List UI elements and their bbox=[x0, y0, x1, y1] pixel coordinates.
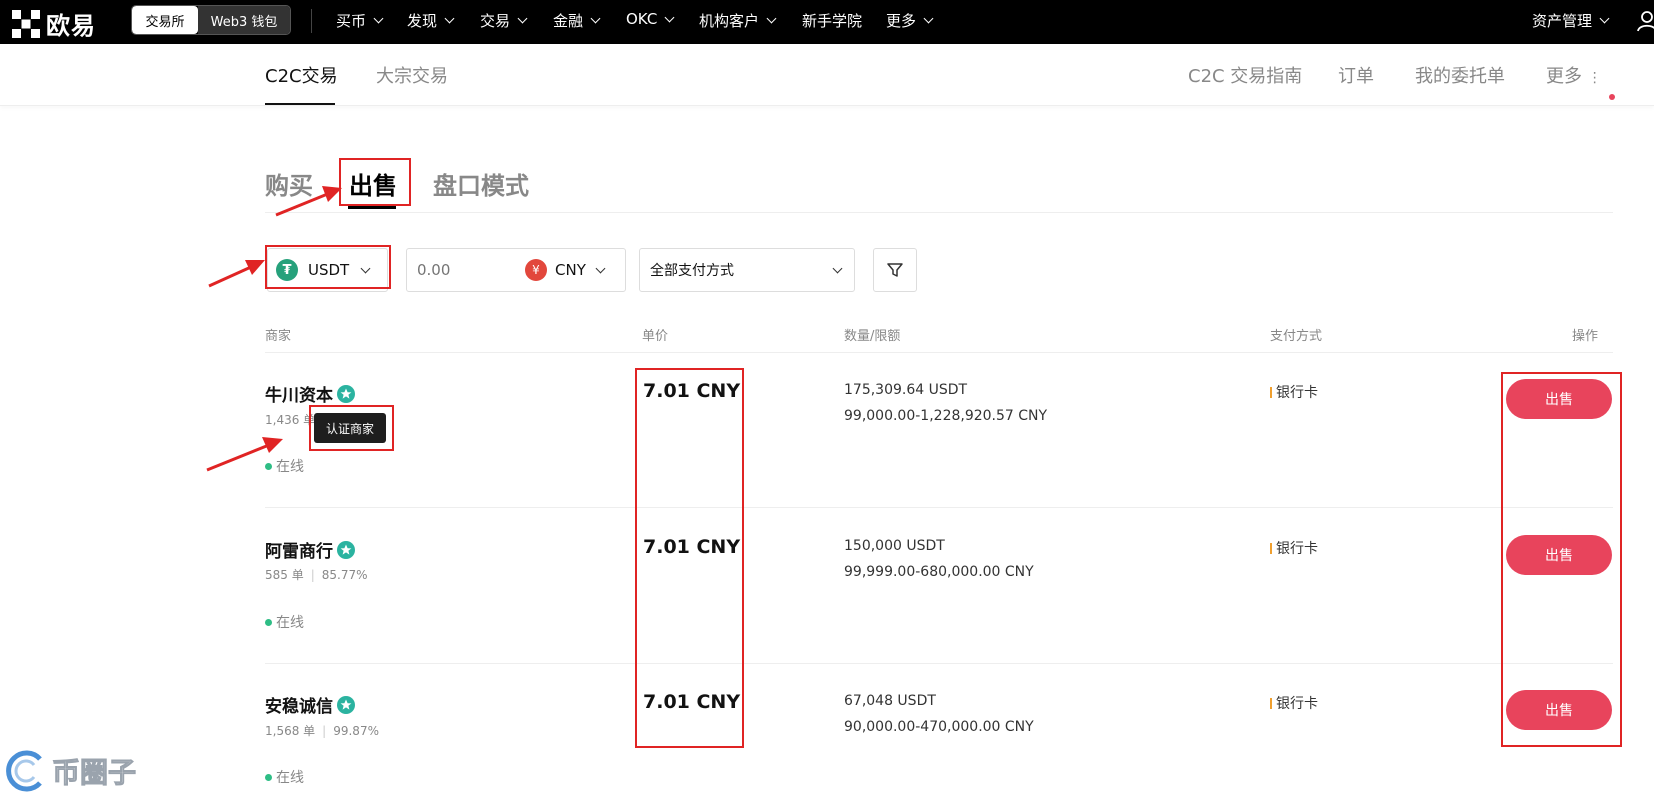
user-icon[interactable] bbox=[1637, 10, 1654, 32]
quantity-limit: 150,000 USDT 99,999.00-680,000.00 CNY bbox=[844, 538, 1034, 580]
header-divider bbox=[265, 352, 1613, 353]
tab-orderbook-mode[interactable]: 盘口模式 bbox=[433, 166, 529, 201]
online-dot bbox=[265, 773, 272, 781]
chevron-down-icon bbox=[832, 263, 843, 273]
platform-switch: 交易所 Web3 钱包 bbox=[131, 5, 291, 35]
payment-method: 银行卡 bbox=[1270, 382, 1318, 402]
logo-icon bbox=[12, 9, 40, 38]
nav-asset-management[interactable]: 资产管理 bbox=[1532, 10, 1610, 31]
annotation-box bbox=[1501, 372, 1622, 747]
row-divider bbox=[265, 507, 1613, 508]
chevron-down-icon bbox=[1599, 13, 1610, 24]
filter-button[interactable] bbox=[873, 248, 917, 292]
nav-okc[interactable]: OKC bbox=[626, 10, 675, 28]
orders-link[interactable]: 订单 bbox=[1338, 62, 1374, 88]
order-stats: 1,568 单 | 99.87% bbox=[265, 724, 379, 738]
tab-block-trade[interactable]: 大宗交易 bbox=[376, 62, 448, 88]
annotation-box bbox=[309, 405, 394, 451]
nav-academy[interactable]: 新手学院 bbox=[802, 10, 862, 31]
nav-more[interactable]: 更多 bbox=[886, 10, 934, 31]
verified-merchant-icon[interactable] bbox=[337, 384, 355, 403]
bank-card-marker bbox=[1270, 542, 1272, 554]
header-action: 操作 bbox=[1572, 329, 1599, 344]
header-price: 单价 bbox=[642, 329, 669, 344]
chevron-down-icon bbox=[766, 13, 777, 24]
verified-merchant-icon[interactable] bbox=[337, 540, 355, 559]
order-count: 1,436 单 bbox=[265, 413, 316, 427]
sub-navbar: C2C交易 大宗交易 C2C 交易指南 订单 我的委托单 更多 ⋮ bbox=[0, 44, 1654, 106]
more-menu[interactable]: 更多 ⋮ bbox=[1546, 62, 1602, 88]
merchant-name-link[interactable]: 牛川资本 bbox=[265, 381, 355, 406]
chevron-down-icon bbox=[373, 13, 384, 24]
cny-icon: ¥ bbox=[525, 259, 547, 281]
header-merchant: 商家 bbox=[265, 329, 292, 344]
online-dot bbox=[265, 618, 272, 626]
my-ads-link[interactable]: 我的委托单 bbox=[1415, 62, 1505, 88]
exchange-tab[interactable]: 交易所 bbox=[132, 6, 198, 34]
bank-card-marker bbox=[1270, 386, 1272, 398]
web3-wallet-tab[interactable]: Web3 钱包 bbox=[198, 6, 290, 34]
chevron-down-icon bbox=[664, 12, 675, 22]
nav-institutional[interactable]: 机构客户 bbox=[699, 10, 777, 31]
annotation-arrow bbox=[206, 437, 283, 472]
payment-method-select[interactable]: 全部支付方式 bbox=[639, 248, 855, 292]
nav-trade[interactable]: 交易 bbox=[480, 10, 528, 31]
header-payment: 支付方式 bbox=[1270, 329, 1323, 344]
watermark: 币圈子 bbox=[0, 740, 160, 802]
annotation-arrow bbox=[275, 186, 342, 217]
logo-text: 欧易 bbox=[46, 12, 96, 40]
payment-method: 银行卡 bbox=[1270, 693, 1318, 713]
amount-input[interactable] bbox=[417, 261, 525, 279]
chevron-down-icon bbox=[590, 13, 601, 24]
okx-logo[interactable]: 欧易 bbox=[12, 6, 96, 41]
tab-c2c[interactable]: C2C交易 bbox=[265, 62, 338, 88]
notification-dot bbox=[1609, 94, 1615, 100]
watermark-text: 币圈子 bbox=[51, 756, 137, 790]
sell-tab-underline bbox=[348, 206, 396, 209]
quantity-limit: 175,309.64 USDT 99,000.00-1,228,920.57 CN… bbox=[844, 382, 1048, 424]
order-stats: 585 单 | 85.77% bbox=[265, 568, 368, 582]
payment-method-label: 全部支付方式 bbox=[650, 263, 734, 279]
header-quantity-limit: 数量/限额 bbox=[844, 329, 901, 344]
nav-buy-crypto[interactable]: 买币 bbox=[336, 10, 384, 31]
more-icon: ⋮ bbox=[1587, 70, 1602, 86]
nav-finance[interactable]: 金融 bbox=[553, 10, 601, 31]
verified-merchant-icon[interactable] bbox=[337, 695, 355, 714]
active-tab-underline bbox=[265, 103, 335, 105]
merchant-name-link[interactable]: 安稳诚信 bbox=[265, 692, 355, 717]
nav-separator bbox=[311, 9, 312, 33]
c2c-guide-link[interactable]: C2C 交易指南 bbox=[1188, 62, 1302, 88]
annotation-arrow bbox=[208, 260, 265, 288]
annotation-box bbox=[265, 245, 391, 289]
chevron-down-icon bbox=[444, 13, 455, 24]
filter-icon bbox=[887, 263, 903, 277]
tab-divider bbox=[265, 212, 1613, 213]
top-navbar: 欧易 交易所 Web3 钱包 买币 发现 交易 金融 OKC 机构客户 新手学院… bbox=[0, 0, 1654, 44]
chevron-down-icon bbox=[595, 263, 606, 273]
merchant-name-link[interactable]: 阿雷商行 bbox=[265, 537, 355, 562]
payment-method: 银行卡 bbox=[1270, 538, 1318, 558]
currency-select[interactable]: CNY bbox=[555, 261, 597, 279]
quantity-limit: 67,048 USDT 90,000.00-470,000.00 CNY bbox=[844, 693, 1034, 735]
watermark-logo-icon bbox=[6, 750, 42, 792]
row-divider bbox=[265, 663, 1613, 664]
online-status: 在线 bbox=[265, 612, 304, 632]
amount-input-group: ¥ CNY bbox=[406, 248, 626, 292]
online-status: 在线 bbox=[265, 767, 304, 787]
chevron-down-icon bbox=[923, 13, 934, 24]
annotation-box bbox=[635, 368, 744, 748]
bank-card-marker bbox=[1270, 697, 1272, 709]
chevron-down-icon bbox=[517, 13, 528, 24]
nav-discover[interactable]: 发现 bbox=[407, 10, 455, 31]
